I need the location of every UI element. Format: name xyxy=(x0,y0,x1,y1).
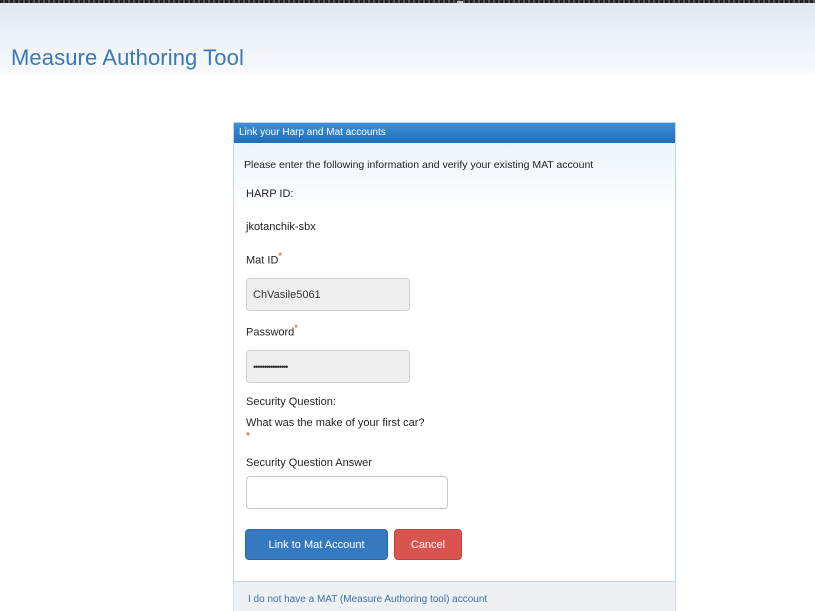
mat-id-label: Mat ID* xyxy=(246,251,282,267)
security-answer-label: Security Question Answer xyxy=(246,457,372,469)
page: Measure Authoring Tool Link your Harp an… xyxy=(0,0,815,611)
password-label: Password* xyxy=(246,323,298,339)
link-to-mat-account-button[interactable]: Link to Mat Account xyxy=(245,529,388,560)
harp-id-label: HARP ID: xyxy=(246,188,294,200)
security-question-label: Security Question: xyxy=(246,396,336,408)
required-marker: * xyxy=(294,323,298,333)
security-question-text: What was the make of your first car? xyxy=(246,417,425,429)
required-marker: * xyxy=(278,251,282,261)
security-answer-input[interactable] xyxy=(246,476,448,509)
footer-strip: I do not have a MAT (Measure Authoring t… xyxy=(233,582,676,611)
password-input[interactable] xyxy=(246,350,410,383)
password-label-text: Password xyxy=(246,326,295,339)
cancel-button[interactable]: Cancel xyxy=(394,529,462,560)
security-question-required-marker: * xyxy=(246,431,250,442)
app-header: Measure Authoring Tool xyxy=(0,3,815,75)
app-title: Measure Authoring Tool xyxy=(11,45,244,70)
link-accounts-panel: Link your Harp and Mat accounts Please e… xyxy=(233,122,676,582)
panel-title: Link your Harp and Mat accounts xyxy=(234,123,675,143)
no-mat-account-link[interactable]: I do not have a MAT (Measure Authoring t… xyxy=(248,594,487,605)
instructions-text: Please enter the following information a… xyxy=(244,159,594,171)
mat-id-label-text: Mat ID xyxy=(246,254,279,267)
harp-id-value: jkotanchik-sbx xyxy=(246,221,316,233)
mat-id-input[interactable] xyxy=(246,278,410,311)
panel-gradient xyxy=(234,143,675,213)
